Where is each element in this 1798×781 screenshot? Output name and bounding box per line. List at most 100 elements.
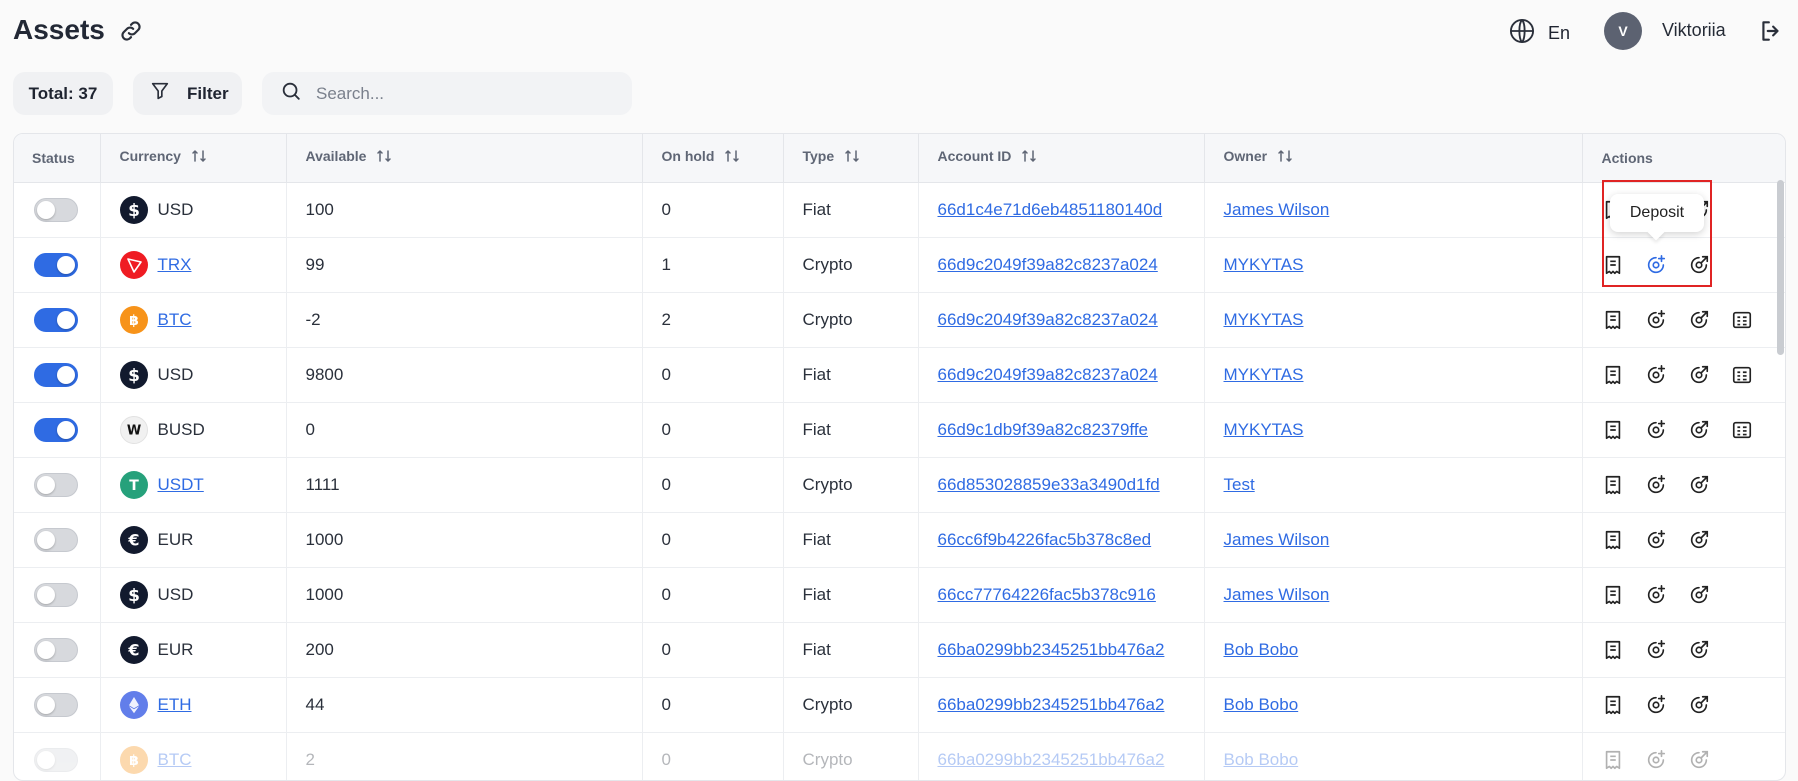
column-header[interactable]: Owner	[1204, 134, 1583, 183]
status-toggle[interactable]	[34, 747, 78, 772]
statement-icon[interactable]	[1602, 419, 1624, 441]
column-header[interactable]: Available	[286, 134, 643, 183]
statement-icon[interactable]	[1602, 254, 1624, 276]
withdraw-icon[interactable]	[1688, 419, 1710, 441]
statement-icon[interactable]	[1602, 364, 1624, 386]
deposit-icon[interactable]	[1645, 419, 1667, 441]
account-id-link[interactable]: 66ba0299bb2345251bb476a2	[938, 750, 1165, 769]
avatar[interactable]: V	[1604, 12, 1642, 50]
sort-icon[interactable]	[724, 148, 740, 167]
status-toggle[interactable]	[34, 307, 78, 332]
status-toggle[interactable]	[34, 472, 78, 497]
account-id-link[interactable]: 66cc77764226fac5b378c916	[938, 585, 1156, 604]
statement-icon[interactable]	[1602, 694, 1624, 716]
withdraw-icon[interactable]	[1688, 584, 1710, 606]
scrollbar-thumb[interactable]	[1777, 180, 1784, 355]
deposit-icon[interactable]	[1645, 639, 1667, 661]
column-header[interactable]: Account ID	[918, 134, 1205, 183]
statement-icon[interactable]	[1602, 529, 1624, 551]
currency-code[interactable]: USDT	[158, 475, 204, 495]
withdraw-icon[interactable]	[1688, 694, 1710, 716]
logout-icon[interactable]	[1758, 18, 1784, 44]
page-title: Assets	[13, 14, 105, 45]
withdraw-icon[interactable]	[1688, 749, 1710, 771]
owner-link[interactable]: MYKYTAS	[1224, 255, 1304, 274]
status-toggle[interactable]	[34, 252, 78, 277]
owner-link[interactable]: James Wilson	[1224, 530, 1330, 549]
withdraw-icon[interactable]	[1688, 639, 1710, 661]
actions-cell	[1582, 732, 1785, 780]
sort-icon[interactable]	[1021, 148, 1037, 167]
search-input[interactable]	[316, 83, 616, 104]
owner-link[interactable]: James Wilson	[1224, 585, 1330, 604]
deposit-icon[interactable]	[1645, 254, 1667, 276]
account-id-link[interactable]: 66d9c1db9f39a82c82379ffe	[938, 420, 1149, 439]
funnel-icon	[149, 80, 171, 107]
status-toggle[interactable]	[34, 417, 78, 442]
filter-button[interactable]: Filter	[133, 72, 242, 115]
status-toggle[interactable]	[34, 582, 78, 607]
statement-icon[interactable]	[1602, 309, 1624, 331]
column-header[interactable]: Currency	[100, 134, 287, 183]
language-switcher[interactable]: En	[1508, 17, 1570, 50]
column-header[interactable]: Type	[783, 134, 919, 183]
withdraw-icon[interactable]	[1688, 529, 1710, 551]
deposit-icon[interactable]	[1645, 309, 1667, 331]
account-id-link[interactable]: 66d853028859e33a3490d1fd	[938, 475, 1160, 494]
ledger-icon[interactable]	[1731, 309, 1753, 331]
deposit-icon[interactable]	[1645, 529, 1667, 551]
deposit-icon[interactable]	[1645, 364, 1667, 386]
currency-code[interactable]: BTC	[158, 310, 192, 330]
usd-coin-icon: $	[119, 195, 148, 224]
statement-icon[interactable]	[1602, 584, 1624, 606]
sort-icon[interactable]	[844, 148, 860, 167]
type-cell: Crypto	[783, 292, 919, 348]
currency-cell: ETH	[100, 677, 287, 733]
status-toggle[interactable]	[34, 527, 78, 552]
withdraw-icon[interactable]	[1688, 364, 1710, 386]
statement-icon[interactable]	[1602, 639, 1624, 661]
user-name[interactable]: Viktoriia	[1662, 20, 1726, 41]
sort-icon[interactable]	[1277, 148, 1293, 167]
status-toggle[interactable]	[34, 362, 78, 387]
sort-icon[interactable]	[376, 148, 392, 167]
statement-icon[interactable]	[1602, 474, 1624, 496]
withdraw-icon[interactable]	[1688, 474, 1710, 496]
sort-icon[interactable]	[191, 148, 207, 167]
account-id-link[interactable]: 66ba0299bb2345251bb476a2	[938, 640, 1165, 659]
status-toggle[interactable]	[34, 692, 78, 717]
ledger-icon[interactable]	[1731, 419, 1753, 441]
owner-link[interactable]: Test	[1224, 475, 1255, 494]
account-id-link[interactable]: 66ba0299bb2345251bb476a2	[938, 695, 1165, 714]
currency-code[interactable]: ETH	[158, 695, 192, 715]
search-box[interactable]	[262, 72, 632, 115]
deposit-icon[interactable]	[1645, 584, 1667, 606]
account-id-link[interactable]: 66d9c2049f39a82c8237a024	[938, 365, 1158, 384]
table-header: Status Currency Available On hold Type Accoun…	[14, 134, 1785, 183]
account-id-link[interactable]: 66d9c2049f39a82c8237a024	[938, 310, 1158, 329]
deposit-icon[interactable]	[1645, 749, 1667, 771]
available-cell: 1000	[286, 567, 643, 623]
account-id-link[interactable]: 66cc6f9b4226fac5b378c8ed	[938, 530, 1152, 549]
statement-icon[interactable]	[1602, 749, 1624, 771]
withdraw-icon[interactable]	[1688, 254, 1710, 276]
ledger-icon[interactable]	[1731, 364, 1753, 386]
owner-link[interactable]: Bob Bobo	[1224, 695, 1299, 714]
account-id-link[interactable]: 66d9c2049f39a82c8237a024	[938, 255, 1158, 274]
owner-link[interactable]: Bob Bobo	[1224, 640, 1299, 659]
status-toggle[interactable]	[34, 197, 78, 222]
deposit-icon[interactable]	[1645, 474, 1667, 496]
withdraw-icon[interactable]	[1688, 309, 1710, 331]
column-header[interactable]: On hold	[642, 134, 784, 183]
currency-code[interactable]: TRX	[158, 255, 192, 275]
owner-link[interactable]: MYKYTAS	[1224, 420, 1304, 439]
account-id-link[interactable]: 66d1c4e71d6eb4851180140d	[938, 200, 1163, 219]
owner-link[interactable]: James Wilson	[1224, 200, 1330, 219]
owner-link[interactable]: Bob Bobo	[1224, 750, 1299, 769]
owner-link[interactable]: MYKYTAS	[1224, 365, 1304, 384]
deposit-icon[interactable]	[1645, 694, 1667, 716]
currency-code[interactable]: BTC	[158, 750, 192, 770]
link-icon[interactable]	[118, 18, 144, 44]
owner-link[interactable]: MYKYTAS	[1224, 310, 1304, 329]
status-toggle[interactable]	[34, 637, 78, 662]
